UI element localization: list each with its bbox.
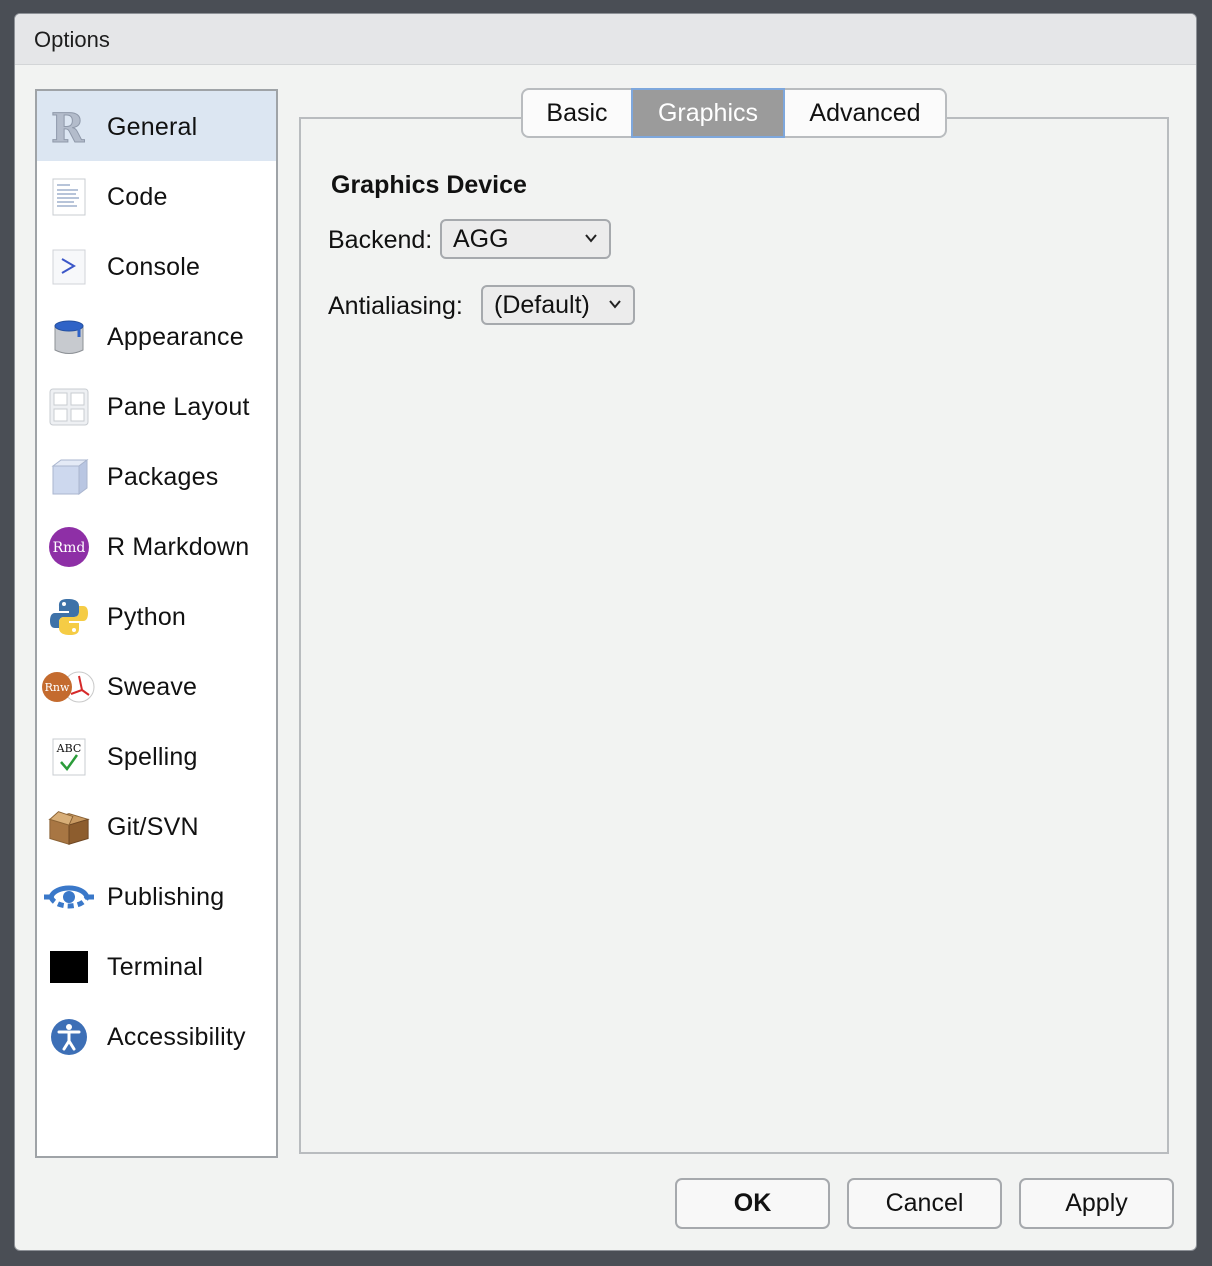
sidebar-item-label: Accessibility [107, 1023, 246, 1051]
sidebar-item-terminal[interactable]: Terminal [37, 931, 276, 1001]
antialiasing-label: Antialiasing: [328, 292, 463, 320]
publish-icon [43, 877, 95, 917]
svg-text:R: R [51, 107, 85, 147]
sidebar-item-appearance[interactable]: Appearance [37, 301, 276, 371]
sidebar-item-pane-layout[interactable]: Pane Layout [37, 371, 276, 441]
sidebar-item-label: Sweave [107, 673, 198, 701]
sidebar-item-general[interactable]: R General [37, 91, 276, 161]
sidebar-item-label: Spelling [107, 743, 198, 771]
sidebar-item-publishing[interactable]: Publishing [37, 861, 276, 931]
sidebar-item-label: Packages [107, 463, 219, 491]
sidebar-item-label: General [107, 113, 198, 141]
sidebar-item-git-svn[interactable]: Git/SVN [37, 791, 276, 861]
options-dialog: Options R General Code Console Appearanc [14, 13, 1197, 1251]
backend-select-value: AGG [453, 224, 509, 253]
r-logo-icon: R [47, 107, 91, 147]
sidebar-item-code[interactable]: Code [37, 161, 276, 231]
sidebar-item-label: Console [107, 253, 201, 281]
sidebar-item-label: Pane Layout [107, 393, 250, 421]
sidebar-item-spelling[interactable]: ABC Spelling [37, 721, 276, 791]
cardboard-box-icon [47, 807, 91, 847]
sidebar-item-sweave[interactable]: Rnw Sweave [37, 651, 276, 721]
backend-label: Backend: [328, 226, 433, 254]
code-document-icon [47, 177, 91, 217]
terminal-icon [47, 947, 91, 987]
package-cube-icon [47, 457, 91, 497]
window-title: Options [34, 27, 110, 52]
sidebar-item-label: Python [107, 603, 187, 631]
sidebar-item-console[interactable]: Console [37, 231, 276, 301]
sidebar-item-r-markdown[interactable]: Rmd R Markdown [37, 511, 276, 581]
antialiasing-select-value: (Default) [494, 290, 590, 319]
tab-basic[interactable]: Basic [521, 88, 631, 138]
sidebar-item-label: Publishing [107, 883, 225, 911]
svg-text:Rmd: Rmd [53, 540, 86, 556]
ok-button[interactable]: OK [675, 1178, 830, 1229]
backend-select[interactable]: AGG [440, 219, 611, 259]
spellcheck-icon: ABC [47, 737, 91, 777]
cancel-button[interactable]: Cancel [847, 1178, 1002, 1229]
python-logo-icon [47, 597, 91, 637]
sidebar-item-label: Code [107, 183, 168, 211]
tab-bar: Basic Graphics Advanced [521, 88, 947, 140]
chevron-down-icon [585, 234, 597, 243]
console-prompt-icon [47, 247, 91, 287]
tab-advanced[interactable]: Advanced [785, 88, 947, 138]
paint-bucket-icon [47, 317, 91, 357]
rmd-icon: Rmd [47, 527, 91, 567]
sidebar-item-label: R Markdown [107, 533, 250, 561]
title-bar: Options [15, 14, 1196, 65]
tab-graphics[interactable]: Graphics [631, 88, 785, 138]
accessibility-icon [47, 1017, 91, 1057]
sidebar: R General Code Console Appearance Pane L… [35, 89, 278, 1158]
sidebar-item-accessibility[interactable]: Accessibility [37, 1001, 276, 1071]
sidebar-item-packages[interactable]: Packages [37, 441, 276, 511]
sweave-pdf-icon: Rnw [41, 667, 97, 707]
sidebar-item-label: Git/SVN [107, 813, 199, 841]
pane-grid-icon [47, 387, 91, 427]
antialiasing-select[interactable]: (Default) [481, 285, 635, 325]
apply-button[interactable]: Apply [1019, 1178, 1174, 1229]
svg-text:Rnw: Rnw [45, 681, 70, 694]
chevron-down-icon [609, 300, 621, 309]
sidebar-item-label: Terminal [107, 953, 204, 981]
graphics-tab-panel [299, 117, 1169, 1154]
svg-text:ABC: ABC [56, 742, 82, 755]
sidebar-item-python[interactable]: Python [37, 581, 276, 651]
sidebar-item-label: Appearance [107, 323, 244, 351]
graphics-device-heading: Graphics Device [331, 171, 527, 199]
